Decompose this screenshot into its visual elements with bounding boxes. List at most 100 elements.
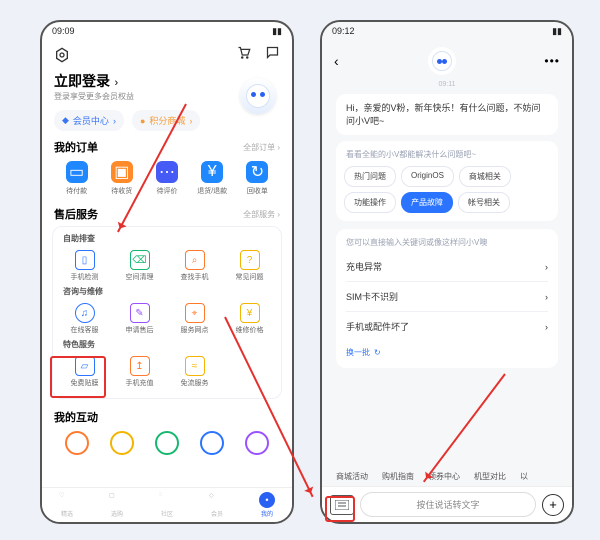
status-time: 09:12 — [332, 26, 355, 37]
tab-featured[interactable]: ♡精选 — [42, 488, 92, 522]
phone-left: 09:09 ▮▮ 立即登录 › 登录享受更多会员权益 — [40, 20, 294, 524]
inter-1[interactable] — [54, 431, 99, 455]
aftersale-more[interactable]: 全部服务 › — [243, 209, 280, 220]
orders-more[interactable]: 全部订单 › — [243, 142, 280, 153]
broom-icon: ⌫ — [130, 250, 150, 270]
order-pending-pay[interactable]: ▭待付款 — [54, 161, 99, 196]
qa-item-broken[interactable]: 手机或配件坏了› — [336, 312, 558, 341]
sug-guide[interactable]: 购机指南 — [382, 471, 414, 482]
cart-icon[interactable] — [236, 45, 251, 60]
chevron-right-icon: › — [189, 116, 192, 126]
login-title: 立即登录 — [54, 73, 110, 89]
category-card: 看看全能的小V都能解决什么问题吧~ 热门问题 OriginOS 商城相关 功能操… — [336, 141, 558, 221]
svc-data[interactable]: ≈免流服务 — [167, 352, 222, 392]
tab-member[interactable]: ◇会员 — [192, 488, 242, 522]
chip-origin[interactable]: OriginOS — [401, 166, 454, 187]
chip-mall[interactable]: 商城相关 — [459, 166, 511, 187]
pill-member[interactable]: ◆ 会员中心 › — [54, 110, 124, 131]
inter-4[interactable] — [190, 431, 235, 455]
chat-icon[interactable] — [265, 45, 280, 60]
more-icon[interactable]: ••• — [544, 54, 560, 68]
annotation-box-keyboard — [325, 496, 355, 522]
order-refund[interactable]: ¥退货/退款 — [190, 161, 235, 196]
avatar[interactable] — [240, 78, 276, 114]
chip-func[interactable]: 功能操作 — [344, 192, 396, 213]
ring-icon — [65, 431, 89, 455]
sug-compare[interactable]: 机型对比 — [474, 471, 506, 482]
pin-icon: ⌖ — [185, 303, 205, 323]
svc-faq[interactable]: ?常见问题 — [222, 246, 277, 286]
svc-phone-check[interactable]: ▯手机检测 — [57, 246, 112, 286]
sug-more[interactable]: 以 — [520, 471, 528, 482]
inter-3[interactable] — [144, 431, 189, 455]
inter-2[interactable] — [99, 431, 144, 455]
ring-icon — [245, 431, 269, 455]
chip-account[interactable]: 帐号相关 — [458, 192, 510, 213]
chevron-right-icon: › — [545, 292, 548, 302]
tab-community[interactable]: ◌社区 — [142, 488, 192, 522]
globe-icon: ◌ — [159, 492, 175, 508]
interact-title: 我的互动 — [54, 409, 98, 425]
chevron-right-icon: › — [545, 262, 548, 272]
chevron-right-icon: › — [545, 322, 548, 332]
qa-item-sim[interactable]: SIM卡不识别› — [336, 282, 558, 311]
svc-online-cs[interactable]: ♫在线客服 — [57, 299, 112, 339]
diamond-icon: ◆ — [62, 115, 69, 126]
special-title: 特色服务 — [57, 339, 277, 352]
chevron-right-icon: › — [114, 77, 118, 89]
data-icon: ≈ — [185, 356, 205, 376]
recycle-icon: ↻ — [246, 161, 268, 183]
bot-icon — [432, 51, 452, 71]
tab-mine[interactable]: •我的 — [242, 488, 292, 522]
svc-find[interactable]: ⌕查找手机 — [167, 246, 222, 286]
aftersale-title: 售后服务 — [54, 206, 98, 222]
settings-hex-icon[interactable] — [54, 47, 70, 63]
bot-icon — [246, 84, 270, 108]
consult-title: 咨询与维修 — [57, 286, 277, 299]
person-icon: • — [259, 492, 275, 508]
svc-price[interactable]: ¥维修价格 — [222, 299, 277, 339]
svc-apply[interactable]: ✎申请售后 — [112, 299, 167, 339]
pill-points[interactable]: ● 积分商城 › — [132, 110, 200, 131]
suggestion-bar: 商城活动 购机指南 领券中心 机型对比 以 — [322, 467, 572, 486]
svc-location[interactable]: ⌖服务网点 — [167, 299, 222, 339]
refresh-button[interactable]: 换一批↻ — [336, 341, 558, 364]
status-time: 09:09 — [52, 26, 75, 37]
topup-icon: ↥ — [130, 356, 150, 376]
question-icon: ? — [240, 250, 260, 270]
refresh-icon: ↻ — [374, 348, 381, 357]
refund-icon: ¥ — [201, 161, 223, 183]
comment-icon: ⋯ — [156, 161, 178, 183]
plus-button[interactable]: + — [542, 494, 564, 516]
ring-icon — [155, 431, 179, 455]
headset-icon: ♫ — [75, 303, 95, 323]
status-icons: ▮▮ — [272, 26, 282, 37]
tab-bar: ♡精选 ▢选购 ◌社区 ◇会员 •我的 — [42, 487, 292, 522]
back-icon[interactable]: ‹ — [334, 53, 339, 69]
qa-title: 您可以直接输入关键词或像这样问小V噢 — [336, 233, 558, 252]
voice-input[interactable]: 按住说话转文字 — [360, 492, 536, 517]
price-icon: ¥ — [240, 303, 260, 323]
heart-icon: ♡ — [59, 492, 75, 508]
chip-product-fault[interactable]: 产品故障 — [401, 192, 453, 213]
chevron-right-icon: › — [113, 116, 116, 126]
sug-mall[interactable]: 商城活动 — [336, 471, 368, 482]
input-bar: 按住说话转文字 + — [322, 486, 572, 522]
phone-icon: ▯ — [75, 250, 95, 270]
tab-shop[interactable]: ▢选购 — [92, 488, 142, 522]
ring-icon — [200, 431, 224, 455]
inter-5[interactable] — [235, 431, 280, 455]
svc-topup[interactable]: ↥手机充值 — [112, 352, 167, 392]
svc-clean[interactable]: ⌫空间清理 — [112, 246, 167, 286]
qa-item-charge[interactable]: 充电异常› — [336, 252, 558, 281]
greeting-bubble: Hi，亲爱的V粉，新年快乐！有什么问题，不妨问问小V吧~ — [336, 94, 558, 135]
chat-avatar — [428, 47, 456, 75]
order-recycle[interactable]: ↻回收单 — [235, 161, 280, 196]
status-icons: ▮▮ — [552, 26, 562, 37]
annotation-box-onlinecs — [50, 356, 106, 398]
chip-hot[interactable]: 热门问题 — [344, 166, 396, 187]
diamond-icon: ◇ — [209, 492, 225, 508]
ring-icon — [110, 431, 134, 455]
box-icon: ▣ — [111, 161, 133, 183]
chat-timestamp: 09:11 — [322, 81, 572, 88]
